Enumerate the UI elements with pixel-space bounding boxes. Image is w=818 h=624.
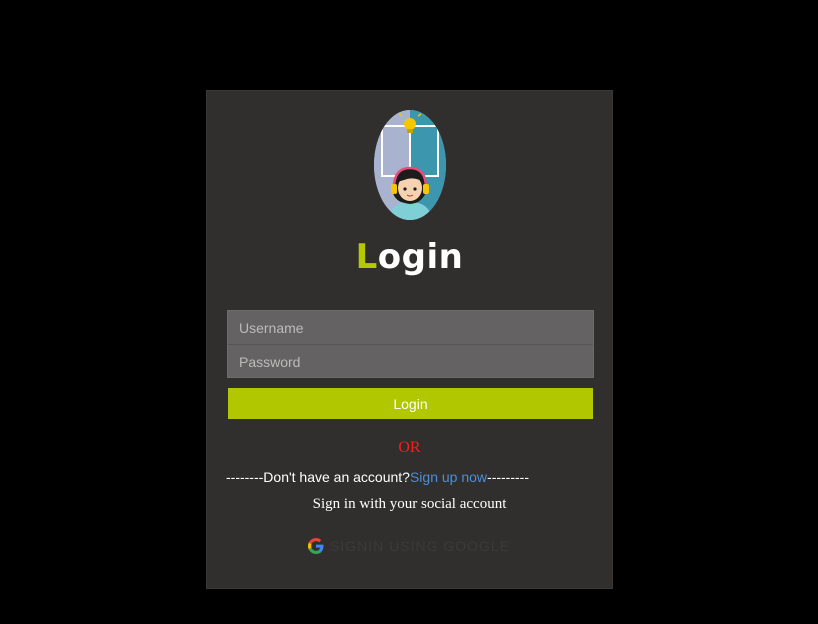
login-title-initial: L — [355, 237, 378, 277]
login-title-rest: ogin — [377, 237, 464, 277]
login-button[interactable]: Login — [228, 388, 593, 419]
google-g-icon — [308, 538, 324, 554]
support-agent-avatar — [374, 110, 446, 220]
social-signin-text: Sign in with your social account — [312, 496, 507, 512]
google-signin-button[interactable]: SIGNIN USING GOOGLE — [308, 535, 510, 557]
signup-suffix: --------- — [487, 469, 529, 485]
login-title: Login — [207, 237, 612, 277]
signup-link[interactable]: Sign up now — [410, 469, 487, 485]
signup-prompt: --------Don't have an account?Sign up no… — [226, 469, 529, 485]
or-separator: OR — [398, 439, 421, 456]
login-card: Login Login OR --------Don't have an acc… — [206, 90, 613, 589]
google-signin-label: SIGNIN USING GOOGLE — [330, 538, 511, 554]
password-input[interactable] — [228, 345, 593, 378]
signup-prefix: --------Don't have an account? — [226, 469, 410, 485]
credentials-group — [227, 310, 594, 378]
username-input[interactable] — [228, 311, 593, 344]
